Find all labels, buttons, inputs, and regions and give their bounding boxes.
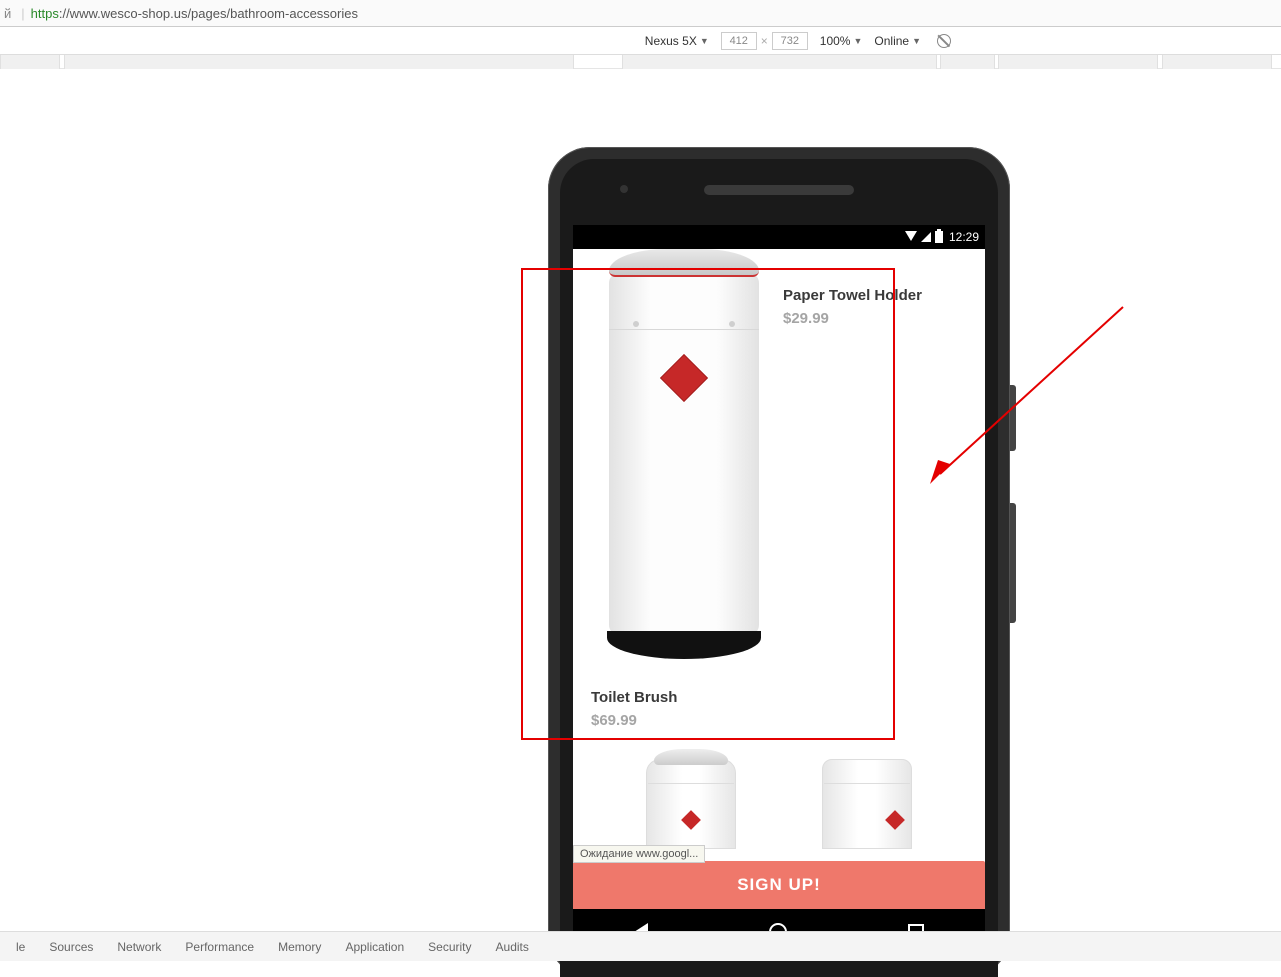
url-prefix: й: [4, 6, 11, 21]
device-select[interactable]: Nexus 5X: [645, 34, 709, 48]
device-volume-button: [1010, 503, 1016, 623]
cell-signal-icon: [921, 232, 931, 242]
tab[interactable]: Network: [117, 940, 161, 954]
product-thumb[interactable]: [802, 749, 932, 849]
product-price: $69.99: [591, 712, 677, 729]
width-input[interactable]: 412: [721, 32, 757, 50]
dimension-x: ×: [761, 34, 768, 48]
devtools-bottom-tabs: le Sources Network Performance Memory Ap…: [0, 931, 1281, 961]
signup-banner[interactable]: SIGN UP!: [573, 861, 985, 909]
tab[interactable]: Performance: [185, 940, 254, 954]
dimension-controls: 412 × 732: [721, 32, 808, 50]
height-input[interactable]: 732: [772, 32, 808, 50]
android-status-bar: 12:29: [573, 225, 985, 249]
product-thumb-row: [573, 749, 985, 859]
device-screen: 12:29 Paper Towel Holder $29.99: [573, 225, 985, 955]
url-text: https://www.wesco-shop.us/pages/bathroom…: [31, 6, 358, 21]
product-thumb[interactable]: [626, 749, 756, 849]
rotate-icon[interactable]: [937, 34, 951, 48]
ruler: [0, 55, 1281, 69]
browser-url-bar[interactable]: й | https://www.wesco-shop.us/pages/bath…: [0, 0, 1281, 27]
wifi-icon: [905, 231, 917, 241]
zoom-select[interactable]: 100%: [820, 34, 863, 48]
product-toilet-brush[interactable]: Toilet Brush $69.99: [591, 689, 677, 729]
page-content[interactable]: Paper Towel Holder $29.99: [573, 249, 985, 909]
device-power-button: [1010, 385, 1016, 451]
device-frame: 12:29 Paper Towel Holder $29.99: [548, 147, 1010, 977]
clock: 12:29: [949, 230, 979, 244]
devtools-device-toolbar: Nexus 5X 412 × 732 100% Online: [0, 27, 1281, 55]
device-camera: [620, 185, 628, 193]
tab[interactable]: le: [16, 940, 25, 954]
product-name: Paper Towel Holder: [783, 287, 922, 304]
product-name: Toilet Brush: [591, 689, 677, 706]
throttle-select[interactable]: Online: [874, 34, 921, 48]
product-price: $29.99: [783, 310, 922, 327]
tab[interactable]: Sources: [49, 940, 93, 954]
tab[interactable]: Memory: [278, 940, 321, 954]
product-paper-towel[interactable]: Paper Towel Holder $29.99: [783, 287, 922, 327]
tab[interactable]: Audits: [496, 940, 529, 954]
tab[interactable]: Application: [345, 940, 404, 954]
product-image-toilet-brush[interactable]: [591, 249, 776, 673]
devtools-canvas: 12:29 Paper Towel Holder $29.99: [0, 69, 1281, 929]
url-separator: |: [21, 6, 24, 21]
tab[interactable]: Security: [428, 940, 471, 954]
device-speaker: [704, 185, 854, 195]
loading-status: Ожидание www.googl...: [573, 845, 705, 863]
battery-icon: [935, 231, 943, 243]
